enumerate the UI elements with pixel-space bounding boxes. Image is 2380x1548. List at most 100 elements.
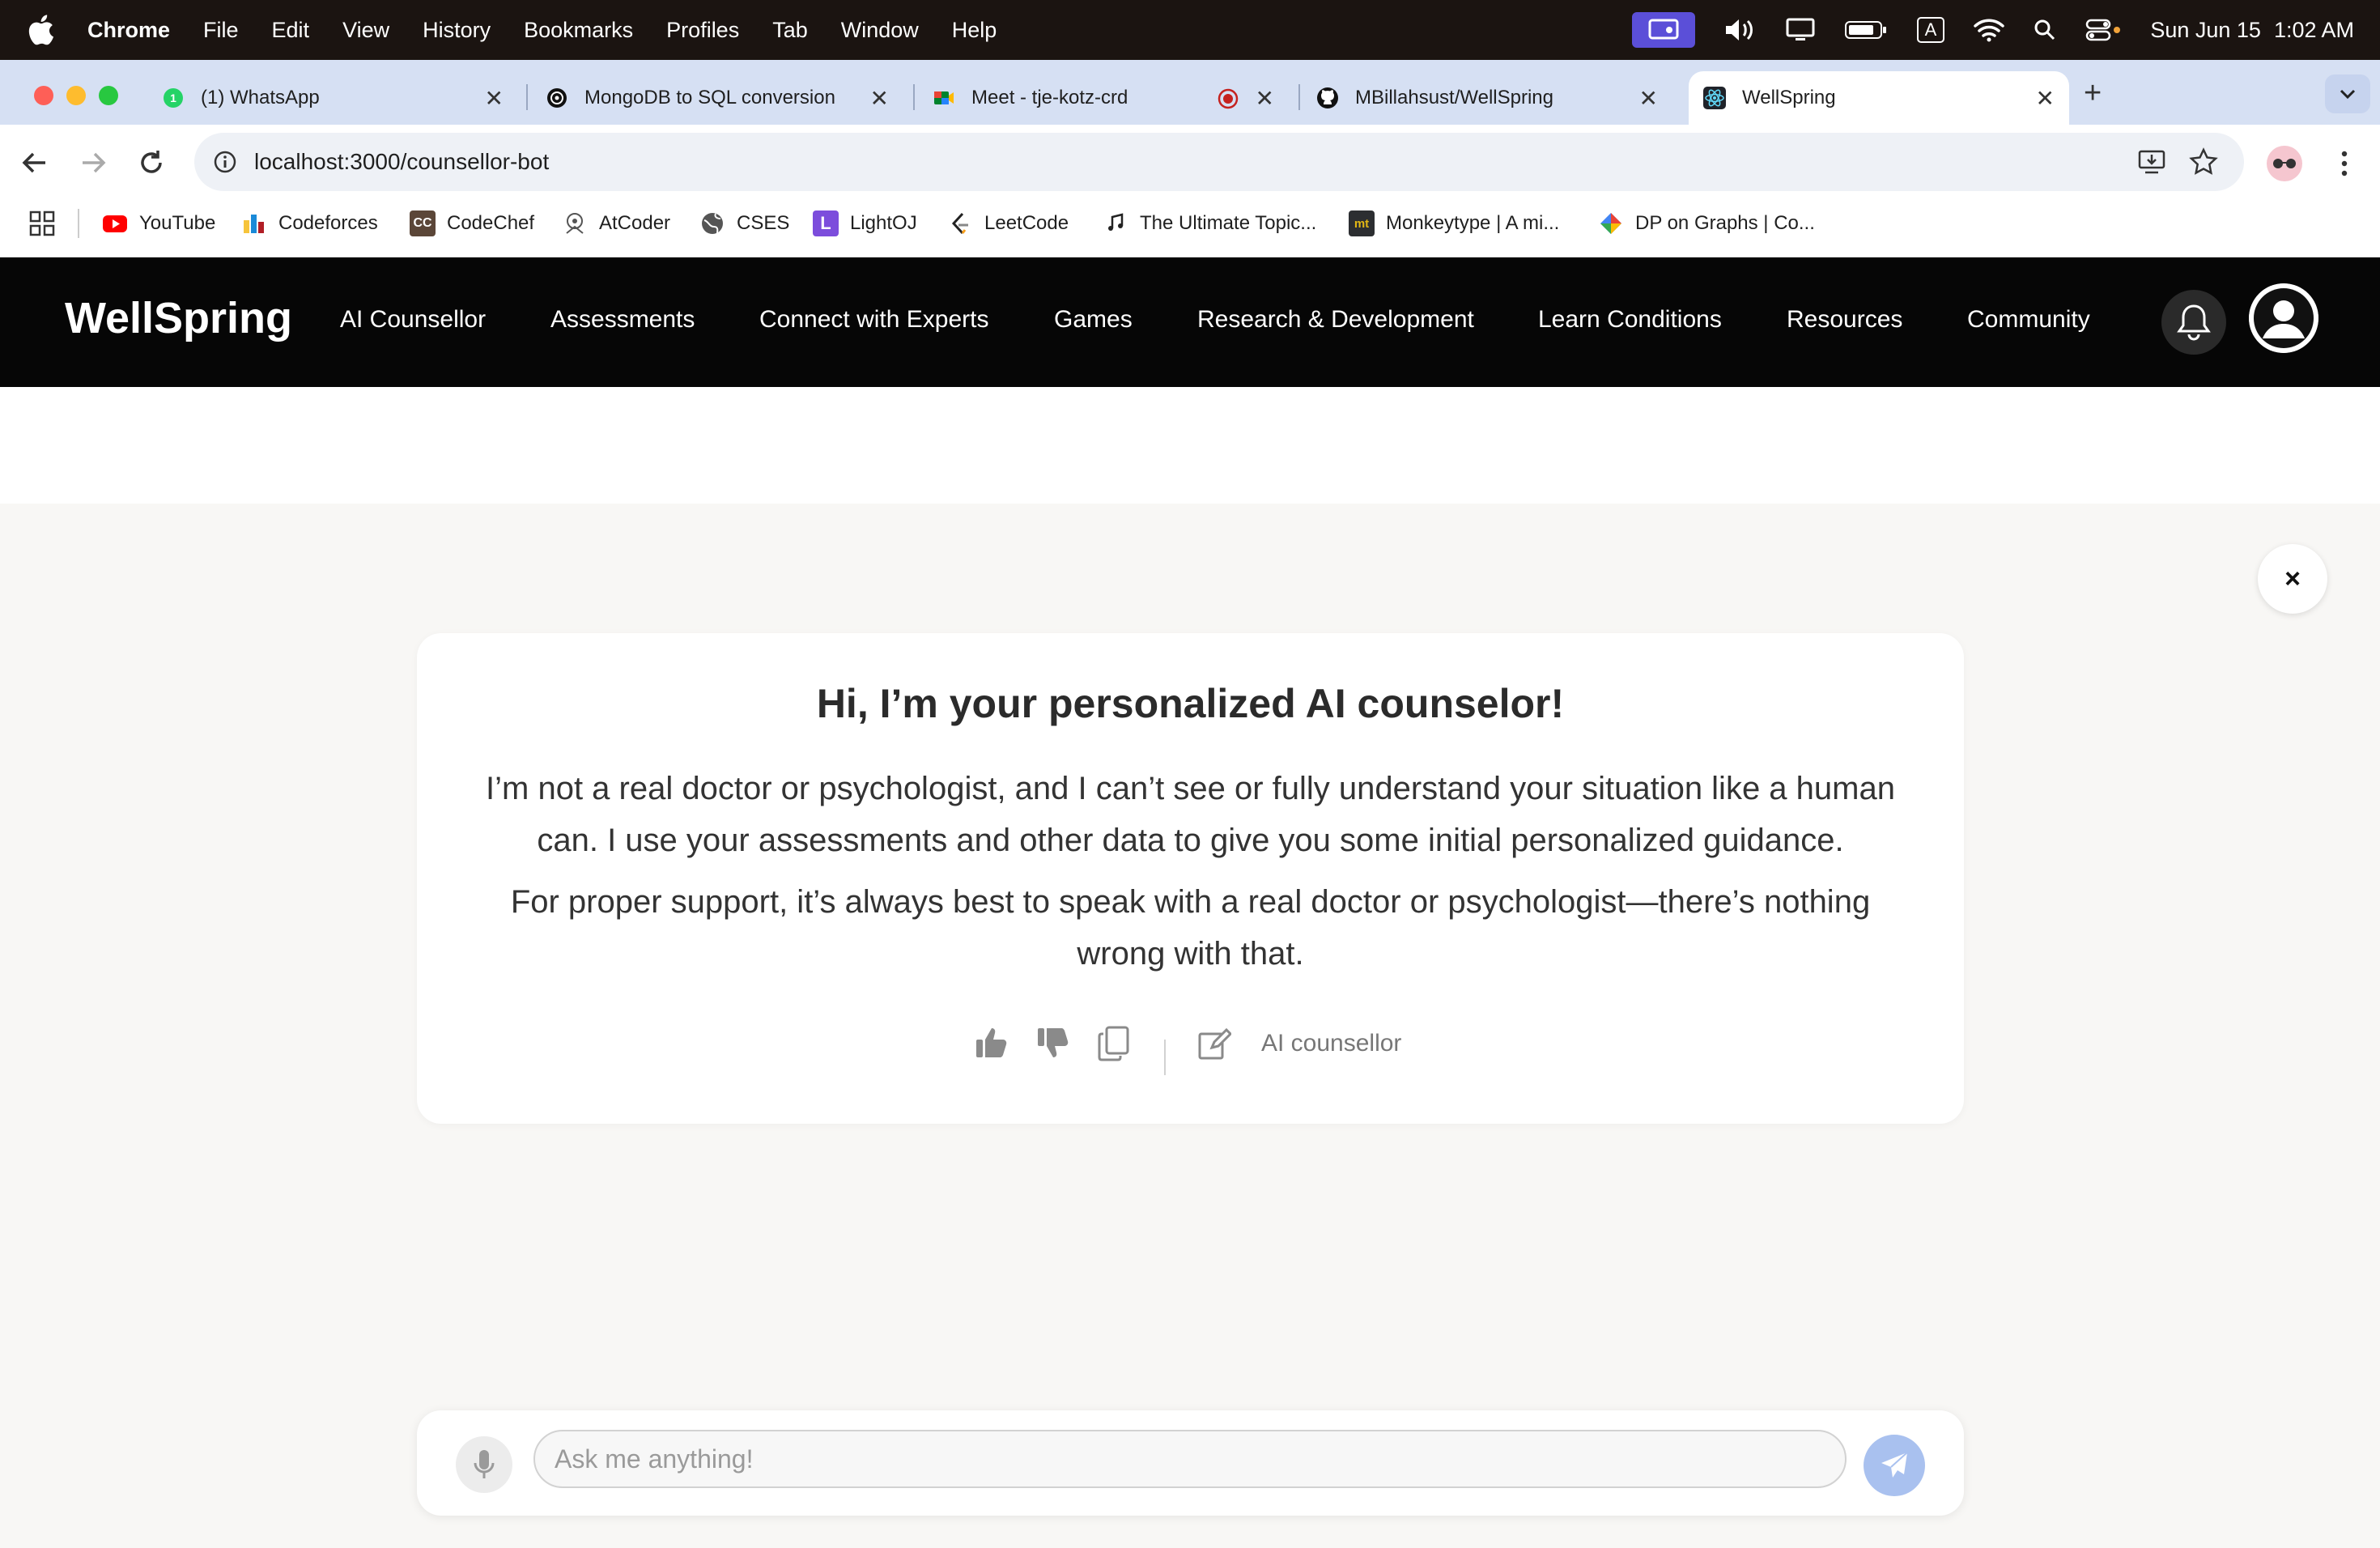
bookmark-leetcode[interactable]: LeetCode xyxy=(947,209,1069,238)
chat-message-input[interactable] xyxy=(533,1430,1847,1488)
bookmark-dp-graphs[interactable]: DP on Graphs | Co... xyxy=(1598,209,1815,238)
user-avatar-button[interactable] xyxy=(2249,283,2318,353)
close-tab-icon[interactable]: ✕ xyxy=(1639,85,1658,112)
spotlight-search-icon[interactable] xyxy=(2034,19,2056,41)
forward-arrow-icon[interactable] xyxy=(79,151,107,175)
battery-icon[interactable] xyxy=(1844,19,1888,40)
tab-separator xyxy=(1298,84,1300,110)
bookmark-star-icon[interactable] xyxy=(2189,147,2218,176)
bookmark-label: The Ultimate Topic... xyxy=(1140,212,1317,234)
browser-tab-github[interactable]: MBillahsust/WellSpring ✕ xyxy=(1316,71,1672,125)
screen-share-icon[interactable] xyxy=(1631,12,1695,48)
tab-title: (1) WhatsApp xyxy=(201,87,320,108)
close-tab-icon[interactable]: ✕ xyxy=(2036,85,2055,112)
reload-icon[interactable] xyxy=(138,149,165,176)
close-tab-icon[interactable]: ✕ xyxy=(870,85,889,112)
menu-app-name[interactable]: Chrome xyxy=(87,18,170,43)
nav-research-development[interactable]: Research & Development xyxy=(1197,306,1474,334)
nav-games[interactable]: Games xyxy=(1054,306,1133,334)
menu-time[interactable]: 1:02 AM xyxy=(2274,18,2354,43)
bookmark-ultimate-topic[interactable]: The Ultimate Topic... xyxy=(1103,209,1316,238)
bookmark-codeforces[interactable]: Codeforces xyxy=(241,209,378,238)
voice-input-button[interactable] xyxy=(456,1436,512,1493)
wifi-icon[interactable] xyxy=(1974,18,2005,42)
monkeytype-icon: mt xyxy=(1349,211,1375,236)
address-bar[interactable]: localhost:3000/counsellor-bot xyxy=(194,133,2244,191)
brand-logo[interactable]: WellSpring xyxy=(65,293,292,343)
keyboard-input-icon[interactable]: A xyxy=(1916,17,1945,43)
thumbs-up-button[interactable] xyxy=(974,1025,1009,1061)
edit-button[interactable] xyxy=(1197,1028,1231,1061)
tab-title: Meet - tje-kotz-crd xyxy=(971,87,1128,108)
bookmark-lightoj[interactable]: L LightOJ xyxy=(813,209,917,238)
window-minimize-button[interactable] xyxy=(66,86,86,105)
thumbs-up-icon xyxy=(976,1028,1007,1057)
bookmark-label: CSES xyxy=(737,212,790,234)
apple-logo-icon[interactable] xyxy=(26,14,55,46)
browser-tab-meet[interactable]: Meet - tje-kotz-crd ✕ xyxy=(933,71,1289,125)
thumbs-down-button[interactable] xyxy=(1035,1025,1071,1061)
copy-button[interactable] xyxy=(1097,1025,1131,1062)
tab-separator xyxy=(526,84,528,110)
bookmark-label: AtCoder xyxy=(599,212,671,234)
bookmark-label: LeetCode xyxy=(984,212,1069,234)
tab-title: WellSpring xyxy=(1742,87,1836,108)
close-tab-icon[interactable]: ✕ xyxy=(485,85,504,112)
site-info-icon[interactable] xyxy=(212,149,238,175)
message-title: Hi, I’m your personalized AI counselor! xyxy=(816,681,1565,726)
edit-icon xyxy=(1198,1028,1231,1060)
bookmarks-divider xyxy=(78,209,79,238)
close-chat-button[interactable]: × xyxy=(2258,544,2327,614)
menu-profiles[interactable]: Profiles xyxy=(666,18,739,43)
nav-community[interactable]: Community xyxy=(1967,306,2090,334)
volume-icon[interactable] xyxy=(1724,18,1757,42)
browser-tab-mongodb[interactable]: MongoDB to SQL conversion ✕ xyxy=(546,71,903,125)
browser-tab-wellspring[interactable]: WellSpring ✕ xyxy=(1689,71,2069,125)
bookmark-youtube[interactable]: YouTube xyxy=(102,209,215,238)
menu-edit[interactable]: Edit xyxy=(272,18,310,43)
dp-graphs-icon xyxy=(1600,213,1621,234)
chrome-menu-icon[interactable] xyxy=(2338,149,2351,178)
google-meet-icon xyxy=(934,91,954,104)
back-arrow-icon[interactable] xyxy=(21,151,49,175)
page-header-spacer xyxy=(0,387,2380,504)
menu-history[interactable]: History xyxy=(423,18,491,43)
nav-connect-with-experts[interactable]: Connect with Experts xyxy=(759,306,988,334)
menu-window[interactable]: Window xyxy=(841,18,919,43)
bookmark-codechef[interactable]: CC CodeChef xyxy=(410,209,534,238)
menu-date[interactable]: Sun Jun 15 xyxy=(2150,18,2261,43)
menu-view[interactable]: View xyxy=(342,18,389,43)
bookmark-cses[interactable]: CSES xyxy=(699,209,789,238)
apps-grid-icon[interactable] xyxy=(29,211,55,236)
bookmark-atcoder[interactable]: AtCoder xyxy=(562,209,670,238)
profile-avatar[interactable] xyxy=(2267,146,2302,181)
notifications-button[interactable] xyxy=(2161,290,2226,355)
display-icon[interactable] xyxy=(1786,18,1815,42)
nav-assessments[interactable]: Assessments xyxy=(550,306,695,334)
menu-file[interactable]: File xyxy=(203,18,239,43)
tab-title: MBillahsust/WellSpring xyxy=(1355,87,1553,108)
whatsapp-icon: 1 xyxy=(164,88,183,108)
menu-bookmarks[interactable]: Bookmarks xyxy=(524,18,633,43)
close-tab-icon[interactable]: ✕ xyxy=(1256,85,1274,112)
window-close-button[interactable] xyxy=(34,86,53,105)
browser-tab-whatsapp[interactable]: 1 (1) WhatsApp ✕ xyxy=(162,71,518,125)
close-icon: × xyxy=(2284,563,2301,594)
message-source-label: AI counsellor xyxy=(1261,1030,1402,1057)
window-zoom-button[interactable] xyxy=(99,86,118,105)
send-message-button[interactable] xyxy=(1864,1435,1925,1496)
bookmark-monkeytype[interactable]: mt Monkeytype | A mi... xyxy=(1349,209,1559,238)
leetcode-icon xyxy=(951,212,968,235)
youtube-icon xyxy=(103,215,127,232)
bookmark-label: LightOJ xyxy=(850,212,917,234)
menu-help[interactable]: Help xyxy=(952,18,997,43)
menu-tab[interactable]: Tab xyxy=(772,18,808,43)
nav-resources[interactable]: Resources xyxy=(1787,306,1902,334)
music-note-icon xyxy=(1108,213,1124,231)
nav-learn-conditions[interactable]: Learn Conditions xyxy=(1538,306,1722,334)
tab-search-button[interactable] xyxy=(2325,74,2370,113)
nav-ai-counsellor[interactable]: AI Counsellor xyxy=(340,306,486,334)
control-center-icon[interactable] xyxy=(2085,18,2121,42)
install-app-icon[interactable] xyxy=(2137,147,2166,176)
new-tab-icon[interactable]: + xyxy=(2084,76,2102,111)
